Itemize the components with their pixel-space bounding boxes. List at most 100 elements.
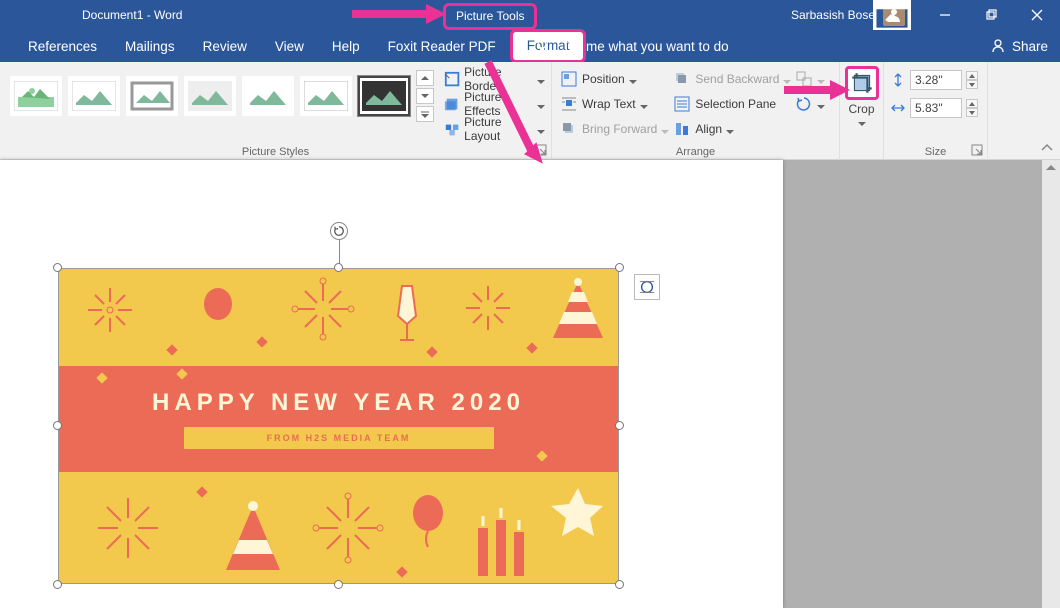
- selected-picture[interactable]: HAPPY NEW YEAR 2020 FROM H2S MEDIA TEAM: [58, 268, 619, 584]
- tell-me-label: Tell me what you want to do: [562, 39, 729, 54]
- resize-handle-tr[interactable]: [615, 263, 624, 272]
- resize-handle-br[interactable]: [615, 580, 624, 589]
- layout-options-icon: [638, 278, 656, 296]
- title-bar: Document1 - Word Picture Tools Sarbasish…: [0, 0, 1060, 30]
- close-button[interactable]: [1014, 0, 1060, 30]
- style-thumb-2[interactable]: [68, 76, 120, 116]
- style-thumb-1[interactable]: [10, 76, 62, 116]
- tab-review[interactable]: Review: [189, 30, 261, 62]
- share-label: Share: [1012, 39, 1048, 54]
- style-thumb-6[interactable]: [300, 76, 352, 116]
- picture-style-gallery[interactable]: [10, 68, 436, 123]
- scroll-up-icon[interactable]: [1042, 160, 1060, 176]
- picture-border-label: Picture Border: [464, 65, 533, 93]
- size-dialog-launcher[interactable]: [971, 144, 983, 156]
- chevron-down-icon: [817, 75, 825, 83]
- resize-handle-t[interactable]: [334, 263, 343, 272]
- align-icon: [673, 120, 691, 138]
- gallery-scroll-down[interactable]: [416, 88, 434, 104]
- ribbon-tabs: References Mailings Review View Help Fox…: [0, 30, 1060, 62]
- rotate-button[interactable]: [795, 93, 825, 115]
- style-thumb-3[interactable]: [126, 76, 178, 116]
- tab-view[interactable]: View: [261, 30, 318, 62]
- chevron-down-icon: [817, 100, 825, 108]
- restore-button[interactable]: [968, 0, 1014, 30]
- gallery-scroll-up[interactable]: [416, 70, 434, 86]
- gallery-expand[interactable]: [416, 106, 434, 122]
- selection-pane-button[interactable]: Selection Pane: [673, 93, 791, 115]
- width-input[interactable]: 5.83": [910, 98, 962, 118]
- resize-handle-r[interactable]: [615, 421, 624, 430]
- style-thumb-7-selected[interactable]: [358, 76, 410, 116]
- chevron-down-icon: [661, 125, 669, 133]
- user-name-label: Sarbasish Bose: [791, 8, 875, 22]
- position-icon: [560, 70, 578, 88]
- picture-effects-label: Picture Effects: [464, 90, 533, 118]
- share-button[interactable]: Share: [990, 38, 1048, 54]
- tab-foxit[interactable]: Foxit Reader PDF: [374, 30, 510, 62]
- vertical-scrollbar[interactable]: [1042, 160, 1060, 608]
- document-area: HAPPY NEW YEAR 2020 FROM H2S MEDIA TEAM: [0, 160, 1060, 608]
- picture-styles-dialog-launcher[interactable]: [535, 144, 547, 156]
- send-backward-label: Send Backward: [695, 72, 779, 86]
- rotate-icon: [795, 95, 813, 113]
- style-thumb-5[interactable]: [242, 76, 294, 116]
- document-title: Document1 - Word: [82, 8, 182, 22]
- ribbon-display-options-icon[interactable]: [869, 0, 915, 30]
- selection-border: [58, 268, 619, 584]
- tell-me-search[interactable]: Tell me what you want to do: [534, 38, 729, 54]
- page[interactable]: HAPPY NEW YEAR 2020 FROM H2S MEDIA TEAM: [0, 160, 783, 608]
- window-controls: [922, 0, 1060, 30]
- chevron-down-icon[interactable]: [858, 117, 866, 131]
- align-label: Align: [695, 122, 722, 136]
- resize-handle-l[interactable]: [53, 421, 62, 430]
- crop-icon: [845, 66, 879, 100]
- crop-label: Crop: [848, 102, 874, 116]
- picture-layout-icon: [444, 120, 460, 138]
- picture-layout-label: Picture Layout: [464, 115, 533, 143]
- picture-effects-button[interactable]: Picture Effects: [444, 93, 545, 115]
- tab-help[interactable]: Help: [318, 30, 374, 62]
- style-thumb-4[interactable]: [184, 76, 236, 116]
- tab-references[interactable]: References: [14, 30, 111, 62]
- selection-pane-label: Selection Pane: [695, 97, 776, 111]
- height-icon: [890, 72, 906, 88]
- width-down[interactable]: [966, 108, 978, 117]
- resize-handle-b[interactable]: [334, 580, 343, 589]
- group-size: 3.28" 5.83" Size: [884, 62, 988, 160]
- tab-mailings[interactable]: Mailings: [111, 30, 189, 62]
- resize-handle-tl[interactable]: [53, 263, 62, 272]
- width-up[interactable]: [966, 99, 978, 108]
- height-down[interactable]: [966, 80, 978, 89]
- share-icon: [990, 38, 1006, 54]
- crop-button[interactable]: Crop: [840, 62, 884, 159]
- selection-pane-icon: [673, 95, 691, 113]
- height-up[interactable]: [966, 71, 978, 80]
- height-input[interactable]: 3.28": [910, 70, 962, 90]
- rotation-connector: [339, 240, 340, 264]
- send-backward-button[interactable]: Send Backward: [673, 68, 791, 90]
- chevron-down-icon: [640, 100, 648, 108]
- group-icon: [795, 70, 813, 88]
- group-objects-button[interactable]: [795, 68, 825, 90]
- resize-handle-bl[interactable]: [53, 580, 62, 589]
- align-button[interactable]: Align: [673, 118, 791, 140]
- wrap-text-label: Wrap Text: [582, 97, 636, 111]
- gallery-scroll: [416, 70, 436, 122]
- wrap-text-button[interactable]: Wrap Text: [560, 93, 669, 115]
- chevron-down-icon: [783, 75, 791, 83]
- rotation-handle[interactable]: [330, 222, 348, 240]
- group-picture-styles: Picture Border Picture Effects Picture L…: [0, 62, 552, 160]
- bring-forward-button[interactable]: Bring Forward: [560, 118, 669, 140]
- ribbon: Picture Border Picture Effects Picture L…: [0, 62, 1060, 160]
- picture-effects-icon: [444, 95, 460, 113]
- picture-border-button[interactable]: Picture Border: [444, 68, 545, 90]
- contextual-tab-picture-tools[interactable]: Picture Tools: [443, 3, 537, 30]
- height-spinner[interactable]: 3.28": [890, 70, 981, 90]
- picture-layout-button[interactable]: Picture Layout: [444, 118, 545, 140]
- layout-options-button[interactable]: [634, 274, 660, 300]
- collapse-ribbon-icon[interactable]: [1040, 141, 1054, 155]
- minimize-button[interactable]: [922, 0, 968, 30]
- position-button[interactable]: Position: [560, 68, 669, 90]
- width-spinner[interactable]: 5.83": [890, 98, 981, 118]
